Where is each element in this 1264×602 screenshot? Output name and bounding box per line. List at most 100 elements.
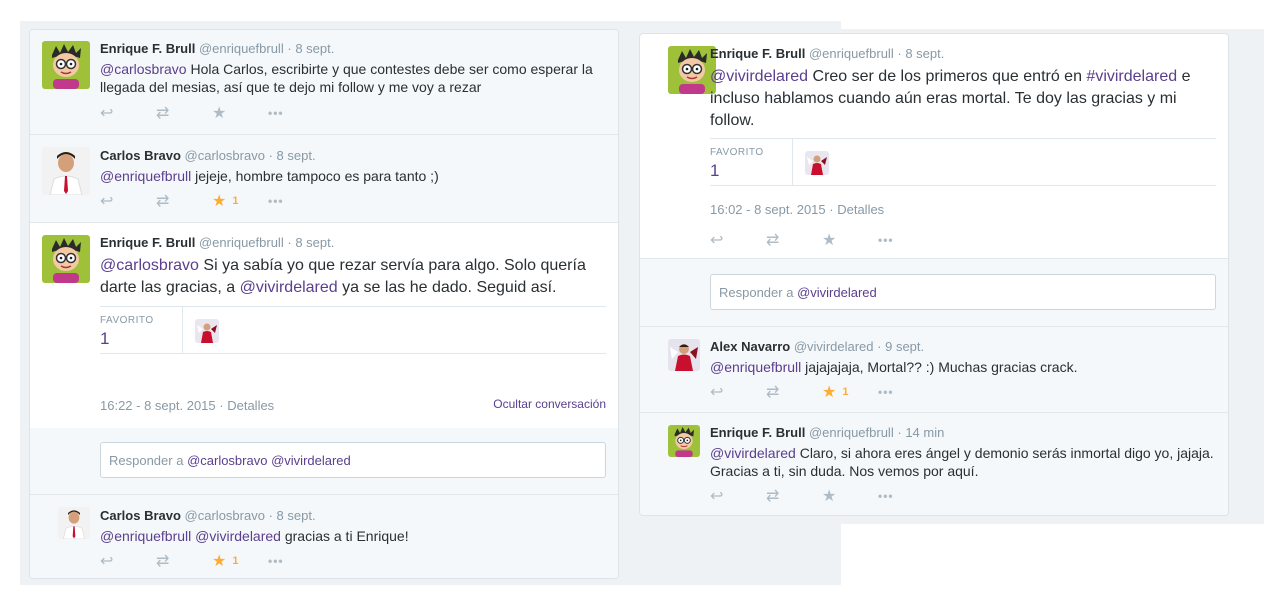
retweet-icon[interactable]: ⇄ [156,191,212,211]
details-link[interactable]: Detalles [227,398,274,413]
favorites-label: FAVORITO [710,147,764,158]
retweet-icon[interactable]: ⇄ [766,230,822,250]
tweet-body: Creo ser de los primeros que entró en [808,68,1087,85]
author-name[interactable]: Carlos Bravo [100,508,181,523]
mention-link[interactable]: @enriquefbrull [100,168,191,184]
reply-icon[interactable]: ↩ [710,230,766,250]
mention-link[interactable]: @enriquefbrull [100,528,191,544]
tweet-time[interactable]: 8 sept. [277,148,316,163]
author-name[interactable]: Enrique F. Brull [100,235,195,250]
avatar-enrique[interactable] [668,425,700,457]
favorites-count[interactable]: 1 [710,161,719,181]
tweet-time[interactable]: 14 min [905,425,944,440]
more-icon[interactable]: ••• [878,233,934,247]
tweet-item[interactable]: Carlos Bravo @carlosbravo · 8 sept. @enr… [30,495,618,578]
author-name[interactable]: Enrique F. Brull [710,425,805,440]
tweet-body: gracias a ti Enrique! [280,528,409,544]
star-icon[interactable]: ★ 1 [212,191,268,211]
retweet-icon[interactable]: ⇄ [766,382,822,402]
more-icon[interactable]: ••• [268,554,324,568]
avatar-enrique[interactable] [42,41,90,89]
favoriter-avatar[interactable] [195,319,219,343]
tweet-item[interactable]: Carlos Bravo @carlosbravo · 8 sept. @enr… [30,135,618,223]
retweet-icon[interactable]: ⇄ [156,103,212,123]
avatar-enrique[interactable] [42,235,90,283]
avatar-alex[interactable] [668,339,700,371]
mention-link[interactable]: @carlosbravo [100,257,199,274]
author-name[interactable]: Enrique F. Brull [100,41,195,56]
tweet-actions: ↩ ⇄ ★ ••• [710,230,934,250]
author-handle[interactable]: @carlosbravo [185,508,265,523]
retweet-icon[interactable]: ⇄ [766,486,822,506]
tweet-text: @carlosbravo Hola Carlos, escribirte y q… [100,60,606,96]
reply-area: Responder a @vivirdelared [640,259,1228,327]
author-name[interactable]: Alex Navarro [710,339,790,354]
more-icon[interactable]: ••• [878,489,934,503]
tweet-time[interactable]: 8 sept. [905,46,944,61]
tweet-timestamp[interactable]: 16:22 - 8 sept. 2015 [100,398,216,413]
star-icon[interactable]: ★ [822,230,878,250]
favorite-count: 1 [232,195,239,207]
favoriter-avatar[interactable] [805,151,829,175]
tweet-text: @carlosbravo Si ya sabía yo que rezar se… [100,255,606,299]
tweet-text: @enriquefbrull jajajajaja, Mortal?? :) M… [710,358,1216,376]
tweet-item[interactable]: Enrique F. Brull @enriquefbrull · 8 sept… [30,30,618,135]
separator: · [897,425,902,440]
star-icon[interactable]: ★ 1 [212,551,268,571]
hashtag-link[interactable]: #vivirdelared [1086,68,1177,85]
stats-divider [792,139,793,185]
tweet-time[interactable]: 8 sept. [295,41,334,56]
author-handle[interactable]: @vivirdelared [794,339,874,354]
tweet-body: jejeje, hombre tampoco es para tanto ;) [191,168,439,184]
star-icon[interactable]: ★ [822,486,878,506]
mention-link[interactable]: @carlosbravo [100,61,187,77]
details-link[interactable]: Detalles [837,202,884,217]
tweet-stats: FAVORITO 1 [100,306,606,354]
reply-icon[interactable]: ↩ [710,382,766,402]
reply-input[interactable]: Responder a @vivirdelared [710,274,1216,310]
reply-icon[interactable]: ↩ [100,103,156,123]
mention-link[interactable]: @vivirdelared [240,279,338,296]
avatar-enrique[interactable] [668,46,716,94]
author-handle[interactable]: @enriquefbrull [809,46,894,61]
reply-area: Responder a @carlosbravo @vivirdelared [30,428,618,495]
author-handle[interactable]: @carlosbravo [185,148,265,163]
tweet-item-expanded[interactable]: Enrique F. Brull @enriquefbrull · 8 sept… [640,34,1228,259]
favorite-count: 1 [842,386,849,398]
reply-icon[interactable]: ↩ [100,551,156,571]
mention-link[interactable]: @vivirdelared [710,68,808,85]
reply-prefix: Responder a [719,285,798,300]
retweet-icon[interactable]: ⇄ [156,551,212,571]
author-handle[interactable]: @enriquefbrull [199,235,284,250]
star-icon[interactable]: ★ [212,103,268,123]
separator: · [897,46,902,61]
tweet-item[interactable]: Alex Navarro @vivirdelared · 9 sept. @en… [640,327,1228,413]
tweet-text: @vivirdelared Claro, si ahora eres ángel… [710,444,1216,480]
tweet-meta: 16:22 - 8 sept. 2015 · Detalles [100,398,275,413]
tweet-time[interactable]: 8 sept. [277,508,316,523]
reply-icon[interactable]: ↩ [710,486,766,506]
author-name[interactable]: Carlos Bravo [100,148,181,163]
separator: · [877,339,882,354]
separator: · [287,235,292,250]
more-icon[interactable]: ••• [878,385,934,399]
reply-icon[interactable]: ↩ [100,191,156,211]
favorites-count[interactable]: 1 [100,329,109,349]
tweet-item[interactable]: Enrique F. Brull @enriquefbrull · 14 min… [640,413,1228,515]
author-handle[interactable]: @enriquefbrull [809,425,894,440]
author-handle[interactable]: @enriquefbrull [199,41,284,56]
tweet-time[interactable]: 9 sept. [885,339,924,354]
author-name[interactable]: Enrique F. Brull [710,46,805,61]
star-icon[interactable]: ★ 1 [822,382,878,402]
mention-link[interactable]: @enriquefbrull [710,359,801,375]
more-icon[interactable]: ••• [268,106,324,120]
more-icon[interactable]: ••• [268,194,324,208]
hide-conversation-link[interactable]: Ocultar conversación [493,397,606,411]
avatar-carlos[interactable] [42,147,90,195]
reply-input[interactable]: Responder a @carlosbravo @vivirdelared [100,442,606,478]
tweet-timestamp[interactable]: 16:02 - 8 sept. 2015 [710,202,826,217]
mention-link[interactable]: @vivirdelared [710,445,796,461]
mention-link[interactable]: @vivirdelared [195,528,281,544]
tweet-time[interactable]: 8 sept. [295,235,334,250]
avatar-carlos[interactable] [58,507,90,539]
